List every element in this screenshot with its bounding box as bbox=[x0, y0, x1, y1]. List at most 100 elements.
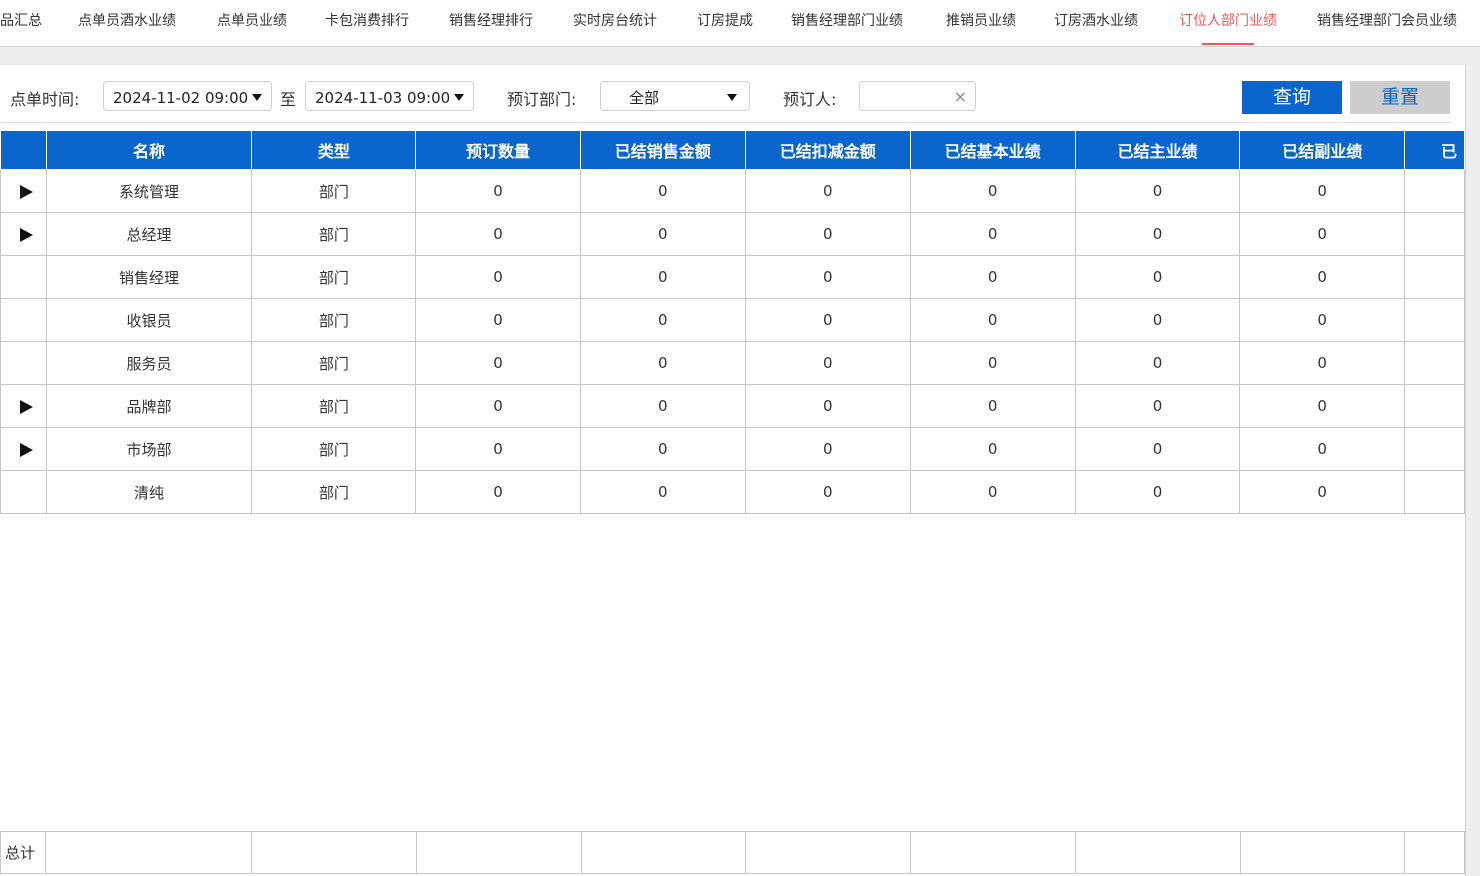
dept-select[interactable]: 全部 bbox=[600, 81, 750, 111]
cell-type: 部门 bbox=[251, 212, 417, 256]
cell-value: 0 bbox=[744, 169, 911, 213]
cell-value: 0 bbox=[909, 427, 1076, 471]
chevron-down-icon bbox=[727, 94, 737, 101]
cell-value: 0 bbox=[415, 298, 581, 342]
cell-value: 0 bbox=[909, 384, 1076, 428]
cell-truncated bbox=[1404, 255, 1465, 299]
expand-arrow-icon[interactable] bbox=[19, 442, 33, 457]
totals-cell bbox=[1404, 831, 1465, 874]
table-row[interactable]: 品牌部 部门 0 0 0 0 0 0 bbox=[0, 384, 1465, 428]
col-header-type[interactable]: 类型 bbox=[251, 131, 417, 170]
table-row[interactable]: 系统管理 部门 0 0 0 0 0 0 bbox=[0, 169, 1465, 213]
end-time-picker[interactable]: 2024-11-03 09:00 bbox=[305, 81, 474, 111]
tab-realtime-room-stats[interactable]: 实时房台统计 bbox=[573, 0, 657, 44]
row-expand-cell[interactable] bbox=[0, 169, 47, 213]
totals-cell bbox=[251, 831, 417, 874]
cell-value: 0 bbox=[579, 341, 746, 385]
booker-label: 预订人: bbox=[783, 90, 837, 109]
col-header-settled-main-perf[interactable]: 已结主业绩 bbox=[1074, 131, 1241, 170]
col-header-settled-sub-perf[interactable]: 已结副业绩 bbox=[1239, 131, 1406, 170]
tab-product-summary[interactable]: 品汇总 bbox=[0, 0, 42, 44]
col-header-settled-sales[interactable]: 已结销售金额 bbox=[579, 131, 746, 170]
cell-value: 0 bbox=[1239, 470, 1406, 514]
cell-value: 0 bbox=[415, 341, 581, 385]
row-expand-cell[interactable] bbox=[0, 212, 47, 256]
cell-value: 0 bbox=[909, 298, 1076, 342]
cell-truncated bbox=[1404, 341, 1465, 385]
cell-type: 部门 bbox=[251, 169, 417, 213]
cell-value: 0 bbox=[415, 470, 581, 514]
tab-order-staff-performance[interactable]: 点单员业绩 bbox=[217, 0, 287, 44]
table-row[interactable]: 收银员 部门 0 0 0 0 0 0 bbox=[0, 298, 1465, 342]
tab-booker-dept-performance[interactable]: 订位人部门业绩 bbox=[1179, 0, 1277, 44]
col-header-name[interactable]: 名称 bbox=[45, 131, 253, 170]
cell-type: 部门 bbox=[251, 255, 417, 299]
cell-value: 0 bbox=[1239, 212, 1406, 256]
cell-value: 0 bbox=[579, 427, 746, 471]
booker-input[interactable]: × bbox=[859, 81, 976, 111]
cell-value: 0 bbox=[909, 212, 1076, 256]
cell-name: 品牌部 bbox=[45, 384, 253, 428]
tab-room-drink-performance[interactable]: 订房酒水业绩 bbox=[1054, 0, 1138, 44]
cell-value: 0 bbox=[744, 298, 911, 342]
tab-promoter-performance[interactable]: 推销员业绩 bbox=[946, 0, 1016, 44]
expand-arrow-icon[interactable] bbox=[19, 399, 33, 414]
tab-sales-manager-rank[interactable]: 销售经理排行 bbox=[449, 0, 533, 44]
divider bbox=[0, 122, 1451, 123]
chevron-down-icon bbox=[252, 94, 262, 101]
row-expand-cell[interactable] bbox=[0, 384, 47, 428]
col-header-truncated[interactable]: 已 bbox=[1404, 131, 1465, 170]
expand-arrow-icon[interactable] bbox=[19, 184, 33, 199]
cell-value: 0 bbox=[744, 341, 911, 385]
totals-row: 总计 bbox=[0, 831, 1465, 874]
cell-type: 部门 bbox=[251, 298, 417, 342]
cell-name: 市场部 bbox=[45, 427, 253, 471]
end-time-value: 2024-11-03 09:00 bbox=[315, 89, 451, 107]
cell-value: 0 bbox=[415, 212, 581, 256]
row-expand-cell bbox=[0, 341, 47, 385]
cell-truncated bbox=[1404, 427, 1465, 471]
row-expand-cell[interactable] bbox=[0, 427, 47, 471]
col-header-settled-deduction[interactable]: 已结扣减金额 bbox=[744, 131, 911, 170]
table-row[interactable]: 清纯 部门 0 0 0 0 0 0 bbox=[0, 470, 1465, 514]
cell-value: 0 bbox=[579, 255, 746, 299]
cell-truncated bbox=[1404, 470, 1465, 514]
cell-value: 0 bbox=[1074, 298, 1241, 342]
table-row[interactable]: 服务员 部门 0 0 0 0 0 0 bbox=[0, 341, 1465, 385]
order-time-label: 点单时间: bbox=[10, 90, 80, 109]
col-header-settled-base-perf[interactable]: 已结基本业绩 bbox=[909, 131, 1076, 170]
query-button[interactable]: 查询 bbox=[1242, 81, 1342, 114]
tab-order-staff-drink[interactable]: 点单员酒水业绩 bbox=[78, 0, 176, 44]
table-row[interactable]: 总经理 部门 0 0 0 0 0 0 bbox=[0, 212, 1465, 256]
table-row[interactable]: 市场部 部门 0 0 0 0 0 0 bbox=[0, 427, 1465, 471]
cell-name: 收银员 bbox=[45, 298, 253, 342]
tab-sales-manager-dept-member[interactable]: 销售经理部门会员业绩 bbox=[1317, 0, 1457, 44]
cell-value: 0 bbox=[1074, 384, 1241, 428]
cell-value: 0 bbox=[1239, 427, 1406, 471]
table-row[interactable]: 销售经理 部门 0 0 0 0 0 0 bbox=[0, 255, 1465, 299]
cell-type: 部门 bbox=[251, 384, 417, 428]
cell-value: 0 bbox=[909, 341, 1076, 385]
tab-room-booking-commission[interactable]: 订房提成 bbox=[697, 0, 753, 44]
col-header-booking-count[interactable]: 预订数量 bbox=[415, 131, 581, 170]
reset-button[interactable]: 重置 bbox=[1350, 81, 1450, 114]
tab-sales-manager-dept[interactable]: 销售经理部门业绩 bbox=[791, 0, 903, 44]
start-time-picker[interactable]: 2024-11-02 09:00 bbox=[103, 81, 272, 111]
totals-cell bbox=[1074, 831, 1241, 874]
cell-value: 0 bbox=[1239, 255, 1406, 299]
cell-value: 0 bbox=[415, 169, 581, 213]
clear-icon[interactable]: × bbox=[954, 82, 967, 112]
tab-card-consumption-rank[interactable]: 卡包消费排行 bbox=[325, 0, 409, 44]
cell-name: 销售经理 bbox=[45, 255, 253, 299]
row-expand-cell bbox=[0, 298, 47, 342]
cell-name: 服务员 bbox=[45, 341, 253, 385]
cell-value: 0 bbox=[1074, 341, 1241, 385]
expand-arrow-icon[interactable] bbox=[19, 227, 33, 242]
cell-value: 0 bbox=[415, 384, 581, 428]
row-expand-cell bbox=[0, 255, 47, 299]
cell-value: 0 bbox=[1239, 298, 1406, 342]
cell-type: 部门 bbox=[251, 341, 417, 385]
report-table: 名称 类型 预订数量 已结销售金额 已结扣减金额 已结基本业绩 已结主业绩 已结… bbox=[0, 131, 1465, 514]
cell-truncated bbox=[1404, 212, 1465, 256]
totals-cell bbox=[415, 831, 582, 874]
